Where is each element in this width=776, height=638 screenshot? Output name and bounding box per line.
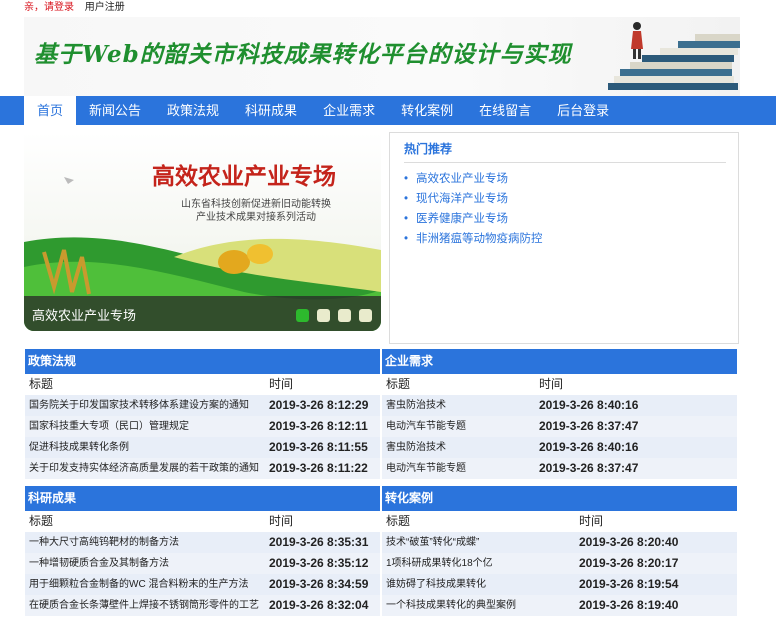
hot-recommend-title: 热门推荐 [404,140,726,163]
site-title: 基于Web的韶关市科技成果转化平台的设计与实现 [34,41,572,68]
table-row[interactable]: 一个科技成果转化的典型案例 2019-3-26 8:19:40 [382,595,737,616]
hot-item[interactable]: • 高效农业产业专场 [404,169,543,189]
nav-home[interactable]: 首页 [24,96,77,125]
table-row[interactable]: 电动汽车节能专题 2019-3-26 8:37:47 [382,458,737,479]
hot-item[interactable]: • 非洲猪瘟等动物疫病防控 [404,229,543,249]
nav-admin-login[interactable]: 后台登录 [544,96,622,125]
hot-item[interactable]: • 医养健康产业专场 [404,209,543,229]
table-row[interactable]: 关于印发支持实体经济高质量发展的若干政策的通知 2019-3-26 8:11:22 [25,458,380,479]
research-section: 科研成果 标题 时间 一种大尺寸高纯钨靶材的制备方法 2019-3-26 8:35… [25,486,380,616]
image-slider[interactable]: 高效农业产业专场 山东省科技创新促进新旧动能转换 产业技术成果对接系列活动 高效… [24,132,381,331]
bullet-icon: • [404,193,409,205]
table-header: 标题 时间 [25,511,380,532]
bullet-icon: • [404,173,409,185]
nav-policy[interactable]: 政策法规 [154,96,232,125]
table-row[interactable]: 害虫防治技术 2019-3-26 8:40:16 [382,437,737,458]
register-link[interactable]: 用户注册 [85,2,125,13]
bullet-icon: • [404,233,409,245]
slider-dot-1[interactable] [296,309,309,322]
section-title[interactable]: 政策法规 [25,349,380,374]
table-row[interactable]: 国务院关于印发国家技术转移体系建设方案的通知 2019-3-26 8:12:29 [25,395,380,416]
slider-dot-2[interactable] [317,309,330,322]
demand-section: 企业需求 标题 时间 害虫防治技术 2019-3-26 8:40:16 电动汽车节… [382,349,737,479]
slider-caption: 高效农业产业专场 [32,308,137,323]
section-title[interactable]: 转化案例 [382,486,737,511]
table-header: 标题 时间 [382,511,737,532]
slider-dot-3[interactable] [338,309,351,322]
slider-headline: 高效农业产业专场 [152,163,336,189]
table-row[interactable]: 一种大尺寸高纯钨靶材的制备方法 2019-3-26 8:35:31 [25,532,380,553]
table-row[interactable]: 害虫防治技术 2019-3-26 8:40:16 [382,395,737,416]
table-row[interactable]: 谁妨碍了科技成果转化 2019-3-26 8:19:54 [382,574,737,595]
login-link[interactable]: 亲，请登录 [24,2,74,13]
table-row[interactable]: 国家科技重大专项（民口）管理规定 2019-3-26 8:12:11 [25,416,380,437]
cases-section: 转化案例 标题 时间 技术“破茧”转化“成蝶” 2019-3-26 8:20:40… [382,486,737,616]
table-row[interactable]: 技术“破茧”转化“成蝶” 2019-3-26 8:20:40 [382,532,737,553]
nav-news[interactable]: 新闻公告 [76,96,154,125]
slider-dot-4[interactable] [359,309,372,322]
table-row[interactable]: 促进科技成果转化条例 2019-3-26 8:11:55 [25,437,380,458]
table-row[interactable]: 一种增韧硬质合金及其制备方法 2019-3-26 8:35:12 [25,553,380,574]
table-header: 标题 时间 [25,374,380,395]
site-banner: 基于Web的韶关市科技成果转化平台的设计与实现 [24,17,740,96]
table-row[interactable]: 用于细颗粒合金制备的WC 混合料粉末的生产方法 2019-3-26 8:34:59 [25,574,380,595]
nav-cases[interactable]: 转化案例 [388,96,466,125]
nav-demand[interactable]: 企业需求 [310,96,388,125]
nav-research[interactable]: 科研成果 [232,96,310,125]
section-title[interactable]: 企业需求 [382,349,737,374]
bullet-icon: • [404,213,409,225]
hot-recommend-panel: 热门推荐 • 高效农业产业专场 • 现代海洋产业专场 • 医养健康产业专场 • 非洲猪瘟… [389,132,739,344]
section-title[interactable]: 科研成果 [25,486,380,511]
top-bar: 亲，请登录 用户注册 [0,0,776,16]
table-header: 标题 时间 [382,374,737,395]
main-nav: 首页 新闻公告 政策法规 科研成果 企业需求 转化案例 在线留言 后台登录 [0,96,776,125]
hot-recommend-list: • 高效农业产业专场 • 现代海洋产业专场 • 医养健康产业专场 • 非洲猪瘟等动物疫病… [404,169,543,249]
slider-subtitle-2: 产业技术成果对接系列活动 [196,212,316,223]
table-row[interactable]: 1项科研成果转化18个亿 2019-3-26 8:20:17 [382,553,737,574]
table-row[interactable]: 电动汽车节能专题 2019-3-26 8:37:47 [382,416,737,437]
hot-item[interactable]: • 现代海洋产业专场 [404,189,543,209]
table-row[interactable]: 在硬质合金长条薄壁件上焊接不锈钢筒形零件的工艺 2019-3-26 8:32:04 [25,595,380,616]
books-illustration [608,22,740,90]
slider-pager [296,309,372,322]
policy-section: 政策法规 标题 时间 国务院关于印发国家技术转移体系建设方案的通知 2019-3-… [25,349,380,479]
nav-message[interactable]: 在线留言 [466,96,544,125]
